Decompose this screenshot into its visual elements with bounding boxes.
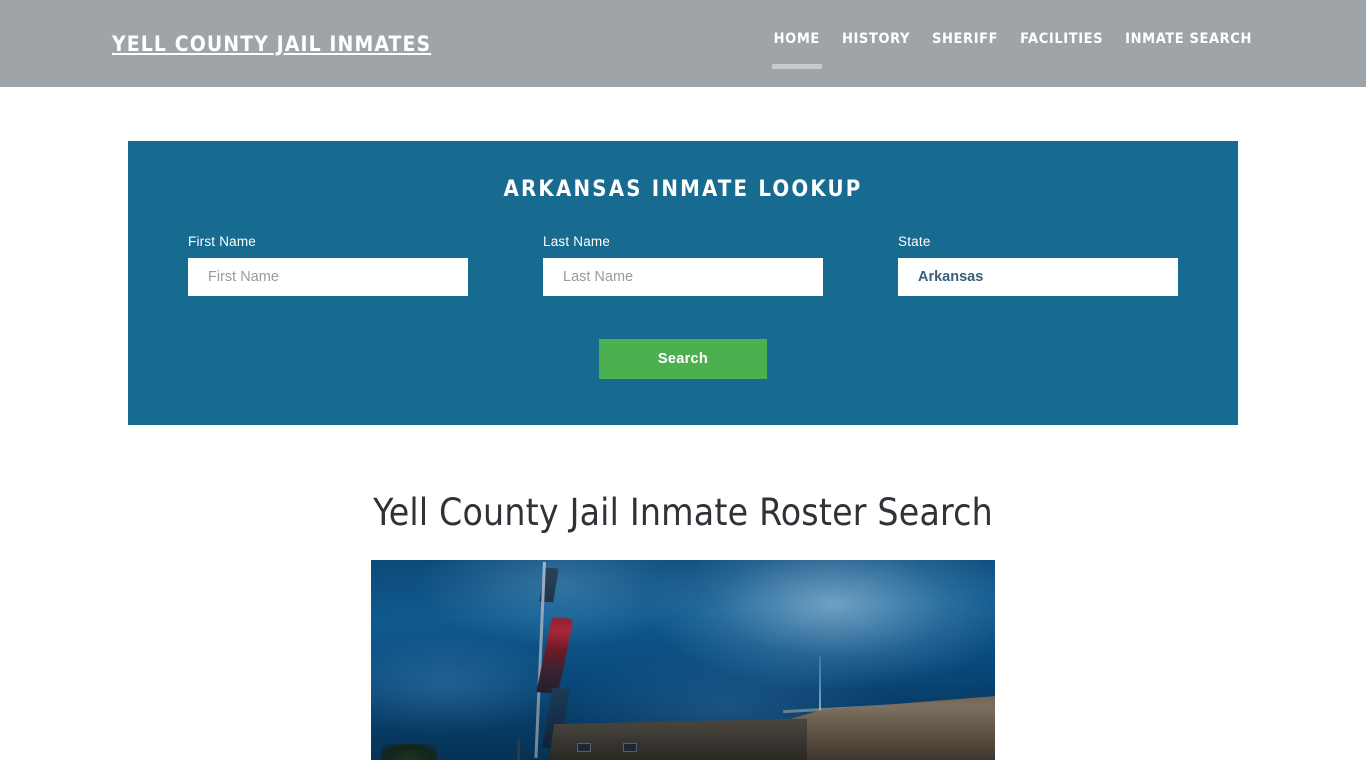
building-window: [623, 743, 637, 752]
nav-item-inmate-search[interactable]: INMATE SEARCH: [1125, 31, 1252, 77]
first-name-input[interactable]: [188, 258, 468, 296]
nav-item-home[interactable]: HOME: [774, 31, 820, 77]
foreground-tree: [381, 744, 437, 760]
state-field-group: State Arkansas: [898, 234, 1178, 296]
site-header: YELL COUNTY JAIL INMATES HOME HISTORY SH…: [0, 0, 1366, 87]
jail-building-left: [549, 718, 807, 760]
site-logo[interactable]: YELL COUNTY JAIL INMATES: [112, 32, 431, 56]
lookup-field-row: First Name Last Name State Arkansas: [188, 234, 1178, 296]
nav-item-history[interactable]: HISTORY: [842, 31, 910, 77]
main-navigation: HOME HISTORY SHERIFF FACILITIES INMATE S…: [774, 31, 1252, 77]
lamp-post: [517, 740, 520, 760]
jail-building-right: [785, 696, 995, 760]
last-name-field-group: Last Name: [543, 234, 823, 296]
main-content: Yell County Jail Inmate Roster Search: [0, 491, 1366, 760]
lookup-title: ARKANSAS INMATE LOOKUP: [503, 177, 863, 202]
first-name-label: First Name: [188, 234, 257, 249]
page-title: Yell County Jail Inmate Roster Search: [373, 491, 993, 534]
first-name-field-group: First Name: [188, 234, 468, 296]
search-button[interactable]: Search: [599, 339, 767, 379]
state-label: State: [898, 234, 931, 249]
last-name-label: Last Name: [543, 234, 611, 249]
building-window: [577, 743, 591, 752]
lookup-button-row: Search: [188, 339, 1178, 379]
inmate-lookup-panel: ARKANSAS INMATE LOOKUP First Name Last N…: [128, 141, 1238, 425]
state-select[interactable]: Arkansas: [898, 258, 1178, 296]
nav-item-facilities[interactable]: FACILITIES: [1020, 31, 1103, 77]
hero-photo-sky: [371, 560, 995, 760]
jail-hero-image: [371, 560, 995, 760]
nav-item-sheriff[interactable]: SHERIFF: [932, 31, 998, 77]
last-name-input[interactable]: [543, 258, 823, 296]
